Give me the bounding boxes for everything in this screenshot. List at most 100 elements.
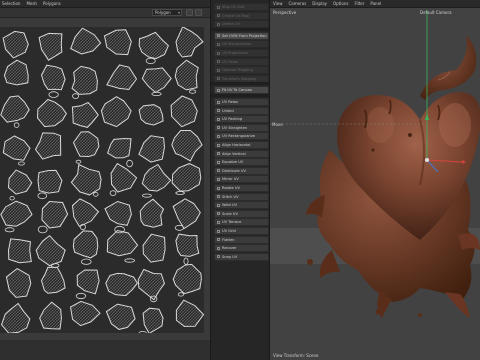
chocolate-swirl — [420, 35, 477, 100]
tool-label: Distribute UV — [222, 168, 246, 173]
viewport-canvas[interactable] — [270, 0, 480, 360]
tool-icon — [217, 77, 220, 81]
tool-label: UV Relax — [222, 59, 239, 64]
tool-label: Weld UV — [222, 203, 238, 208]
viewport-camera-label: Default Camera — [420, 10, 452, 15]
tool-separator — [211, 27, 269, 31]
tool-button[interactable]: UV Rectangularize — [214, 132, 269, 141]
tool-button[interactable]: Weld UV — [214, 201, 269, 210]
uv-footer — [0, 340, 210, 360]
tool-label: Rotate UV — [222, 186, 240, 190]
uv-island[interactable] — [71, 65, 98, 95]
menu-item-mesh[interactable]: Mesh — [26, 1, 37, 6]
tool-button[interactable]: UV Relax — [214, 57, 269, 66]
tool-icon — [217, 238, 220, 242]
tool-button[interactable]: UV Relax — [214, 98, 269, 106]
viewport-panel[interactable]: View Cameras Display Options Filter Pane… — [270, 0, 480, 360]
tool-icon — [217, 246, 220, 250]
tool-label: Set UVW From Projection — [222, 33, 267, 38]
tool-button[interactable]: Scale UV — [214, 209, 269, 218]
uv-menu-bar: Selection Mesh Polygons — [0, 0, 210, 8]
tool-label: UV Packing — [222, 117, 243, 122]
viewport-status: View Transform: Scene — [273, 353, 319, 358]
tool-label: Optimal Mapping — [222, 68, 253, 73]
tool-icon — [217, 68, 220, 72]
tool-button[interactable]: Equalize UV — [214, 158, 269, 167]
tool-icon — [217, 160, 220, 164]
tool-button[interactable]: UV Straighten — [214, 123, 269, 132]
menu-item-selection[interactable]: Selection — [2, 1, 20, 6]
uv-island[interactable] — [7, 238, 32, 264]
tool-button[interactable]: Ship UV Slot — [214, 3, 269, 11]
tool-icon — [217, 22, 220, 26]
tool-label: Stitch UV — [222, 194, 239, 199]
tool-button[interactable]: UV Grid — [214, 227, 269, 235]
uv-canvas[interactable] — [0, 27, 204, 333]
tool-button[interactable]: UV Projections — [214, 49, 269, 57]
tool-label: UV Grid — [222, 229, 236, 233]
tool-button[interactable]: Set UVW From Projection — [214, 31, 269, 40]
uv-tools-panel: Ship UV Slot Create UV Map Delete UV Set UV… — [210, 0, 270, 360]
tool-icon — [217, 109, 220, 113]
tool-button[interactable]: Snap UV — [214, 252, 269, 261]
uv-mode-value: Polygon — [155, 10, 171, 15]
tool-label: UV Straighten — [222, 125, 248, 130]
tool-icon — [217, 220, 220, 224]
uv-island[interactable] — [37, 169, 63, 194]
tool-icon — [217, 126, 220, 130]
tool-icon — [217, 229, 220, 233]
tool-button[interactable]: Unfold — [214, 106, 269, 115]
tool-icon — [217, 117, 220, 121]
tool-button[interactable]: Align Horizontal — [214, 141, 269, 149]
tool-label: Transform Mapping — [222, 76, 257, 81]
tool-button[interactable]: Distribute UV — [214, 166, 269, 175]
menu-item-polygons[interactable]: Polygons — [43, 1, 61, 6]
tool-label: UV Projections — [222, 51, 248, 55]
tool-icon — [217, 143, 220, 147]
tool-label: Scale UV — [222, 211, 238, 216]
tool-label: Equalize UV — [222, 160, 244, 165]
tool-label: UV Relax — [222, 100, 239, 104]
tool-button[interactable]: Create UV Map — [214, 11, 269, 20]
tool-icon — [217, 186, 220, 190]
tool-label: Align Horizontal — [222, 143, 251, 147]
tool-label: Mirror UV — [222, 177, 239, 182]
uv-toolbar: Polygon ▾ — [0, 8, 210, 18]
tool-icon — [217, 212, 220, 216]
tool-icon — [217, 255, 220, 259]
tool-icon — [217, 203, 220, 207]
tool-icon — [217, 60, 220, 64]
tool-button[interactable]: UV Manipulation — [214, 40, 269, 49]
tool-button[interactable]: UV Terrace — [214, 218, 269, 227]
tool-icon — [217, 100, 220, 104]
viewport-move-label: Move — [272, 122, 283, 127]
tool-label: Create UV Map — [222, 13, 249, 18]
tool-label: UV Manipulation — [222, 42, 252, 47]
viewport-projection-label: Perspective — [273, 10, 297, 15]
tool-button[interactable]: Mirror UV — [214, 175, 269, 184]
tool-button[interactable]: UV Packing — [214, 115, 269, 124]
tool-button[interactable]: Flatten — [214, 235, 269, 244]
tool-icon — [217, 88, 220, 92]
tool-label: Fit UV To Canvas — [222, 88, 252, 93]
uv-mode-select[interactable]: Polygon ▾ — [152, 9, 182, 16]
tool-icon — [217, 34, 220, 38]
tool-label: Unfold — [222, 108, 234, 113]
tool-icon — [217, 169, 220, 173]
tool-label: Flatten — [222, 237, 235, 242]
tool-button[interactable]: Stitch UV — [214, 192, 269, 201]
tool-label: Delete UV — [222, 22, 241, 27]
tool-button[interactable]: Recover — [214, 244, 269, 253]
tool-icon — [217, 42, 220, 46]
tool-button[interactable]: Rotate UV — [214, 184, 269, 192]
uv-island[interactable] — [175, 233, 200, 257]
tool-label: Align Vertical — [222, 151, 246, 156]
tool-separator — [211, 82, 269, 86]
tool-label: UV Terrace — [222, 220, 242, 225]
uv-settings-icon[interactable] — [186, 9, 193, 16]
tool-icon — [217, 195, 220, 199]
tool-button[interactable]: Align Vertical — [214, 149, 269, 158]
uv-grid-icon[interactable] — [195, 9, 202, 16]
tool-button[interactable]: Optimal Mapping — [214, 66, 269, 75]
tool-label: Ship UV Slot — [222, 5, 245, 9]
